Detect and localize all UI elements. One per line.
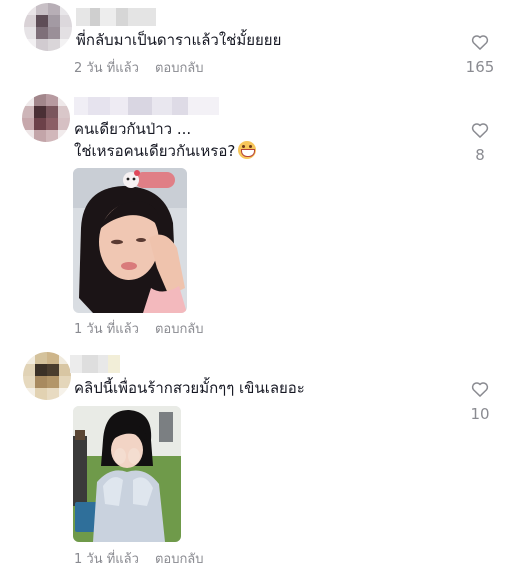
comment-text-line: คลิปนี้เพื่อนร้ากสวยมั้กๆๆ เขินเลยอะ xyxy=(74,379,305,397)
avatar[interactable] xyxy=(24,3,72,51)
comment-photo[interactable] xyxy=(73,168,187,313)
comment-text-line: คนเดียวกันป่าว ... xyxy=(74,120,192,138)
heart-outline-icon xyxy=(471,35,489,50)
like-button[interactable]: 8 xyxy=(460,120,500,164)
avatar[interactable] xyxy=(22,94,70,142)
outdoor-photo-image xyxy=(73,406,181,542)
selfie-photo-image xyxy=(73,168,187,313)
avatar[interactable] xyxy=(23,352,71,400)
comment-meta: 2 วัน ที่แล้ว ตอบกลับ xyxy=(74,57,204,78)
heart-outline-icon xyxy=(471,382,489,397)
grimacing-face-emoji xyxy=(238,141,257,159)
comment-text-line: ใช่เหรอคนเดียวกันเหรอ? xyxy=(74,140,257,162)
username-redacted[interactable] xyxy=(76,8,156,26)
comment-time: 1 วัน ที่แล้ว xyxy=(74,552,139,567)
heart-outline-icon xyxy=(471,123,489,138)
reply-button[interactable]: ตอบกลับ xyxy=(155,318,204,339)
comment-text: พี่กลับมาเป็นดาราแล้วใช่มั้ยยยย xyxy=(76,29,281,51)
comment-time: 2 วัน ที่แล้ว xyxy=(74,61,139,76)
username-redacted[interactable] xyxy=(74,97,219,115)
like-count: 165 xyxy=(465,58,495,76)
reply-button[interactable]: ตอบกลับ xyxy=(155,548,204,569)
comment-text: คนเดียวกันป่าว ... ใช่เหรอคนเดียวกันเหรอ… xyxy=(74,118,257,162)
comment-time: 1 วัน ที่แล้ว xyxy=(74,322,139,337)
comment-photo[interactable] xyxy=(73,406,181,542)
comment-meta: 1 วัน ที่แล้ว ตอบกลับ xyxy=(74,318,204,339)
username-redacted[interactable] xyxy=(70,355,120,373)
comment-text-line: พี่กลับมาเป็นดาราแล้วใช่มั้ยยยย xyxy=(76,31,282,49)
like-button[interactable]: 10 xyxy=(460,379,500,423)
comment-meta: 1 วัน ที่แล้ว ตอบกลับ xyxy=(74,548,204,569)
like-count: 8 xyxy=(475,146,485,164)
reply-button[interactable]: ตอบกลับ xyxy=(155,57,204,78)
comment-text-line-content: ใช่เหรอคนเดียวกันเหรอ? xyxy=(74,142,236,160)
like-button[interactable]: 165 xyxy=(460,32,500,76)
comment-text: คลิปนี้เพื่อนร้ากสวยมั้กๆๆ เขินเลยอะ xyxy=(74,377,305,399)
like-count: 10 xyxy=(470,405,490,423)
